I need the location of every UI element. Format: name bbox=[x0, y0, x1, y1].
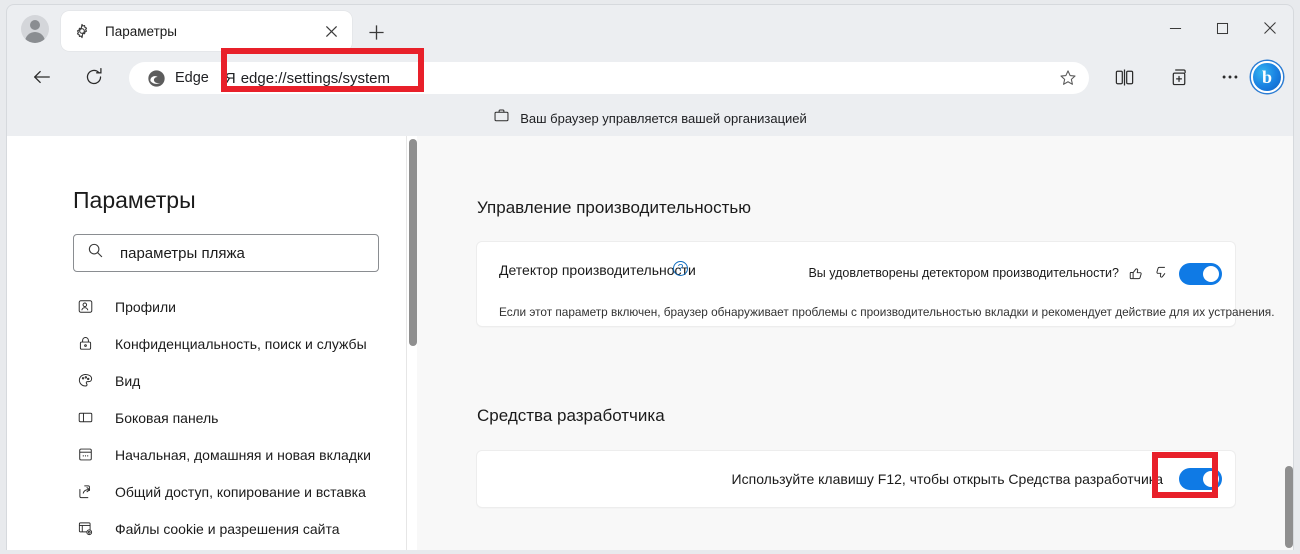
devtools-f12-toggle[interactable] bbox=[1179, 468, 1222, 490]
browser-tab-settings[interactable]: Параметры bbox=[61, 11, 352, 51]
refresh-button[interactable] bbox=[77, 60, 111, 94]
sidebar-item-appearance[interactable]: Вид bbox=[73, 362, 413, 399]
edge-badge-label: Edge bbox=[175, 70, 209, 86]
lock-icon bbox=[73, 335, 97, 352]
edge-logo-icon bbox=[148, 69, 165, 87]
url-prefix: Я bbox=[224, 69, 236, 87]
help-question-icon[interactable]: ? bbox=[673, 261, 688, 276]
sidebar-item-label: Боковая панель bbox=[115, 409, 219, 426]
sidebar-item-cookies-permissions[interactable]: Файлы cookie и разрешения сайта bbox=[73, 510, 413, 547]
sidebar-item-label: Вид bbox=[115, 372, 141, 389]
collections-icon[interactable] bbox=[1162, 60, 1196, 94]
url-text: edge://settings/system bbox=[240, 69, 390, 87]
tab-strip: Параметры bbox=[7, 5, 1293, 53]
devtools-f12-label: Используйте клавишу F12, чтобы открыть С… bbox=[731, 471, 1163, 487]
url-area[interactable]: Я edge://settings/system bbox=[225, 70, 1053, 87]
search-icon bbox=[87, 242, 104, 264]
sidebar-item-label: Файлы cookie и разрешения сайта bbox=[115, 520, 340, 537]
gear-icon bbox=[73, 22, 91, 40]
edge-badge: Edge bbox=[147, 69, 209, 88]
back-button[interactable] bbox=[25, 60, 59, 94]
tab-title: Параметры bbox=[105, 23, 177, 39]
sidebar-scrollbar[interactable] bbox=[406, 136, 417, 550]
favorite-star-icon[interactable] bbox=[1053, 63, 1083, 93]
settings-nav-list: Профили Конфиденциальность, поиск и служ… bbox=[73, 288, 413, 547]
search-input-value: параметры пляжа bbox=[120, 244, 245, 262]
devtools-row: Используйте клавишу F12, чтобы открыть С… bbox=[477, 451, 1235, 507]
toggle-knob bbox=[1203, 266, 1219, 282]
sidebar-item-label: Общий доступ, копирование и вставка bbox=[115, 483, 366, 500]
performance-description: Если этот параметр включен, браузер обна… bbox=[499, 305, 1275, 319]
devtools-heading: Средства разработчика bbox=[477, 406, 665, 425]
settings-page: Параметры параметры пляжа Профили Конфид… bbox=[7, 136, 1293, 550]
window-controls bbox=[1152, 5, 1293, 51]
organization-banner: Ваш браузер управляется вашей организаци… bbox=[7, 100, 1293, 136]
sidebar-item-profiles[interactable]: Профили bbox=[73, 288, 413, 325]
organization-banner-text: Ваш браузер управляется вашей организаци… bbox=[520, 110, 807, 126]
minimize-button[interactable] bbox=[1152, 5, 1199, 51]
feedback-group: Вы удовлетворены детектором производител… bbox=[808, 260, 1175, 286]
window-frame: Параметры Edge Я edge://settings/system … bbox=[6, 4, 1294, 550]
toggle-track[interactable] bbox=[1179, 263, 1222, 285]
palette-icon bbox=[73, 372, 97, 389]
devtools-card: Используйте клавишу F12, чтобы открыть С… bbox=[477, 451, 1235, 507]
copilot-bing-icon[interactable]: b bbox=[1251, 61, 1283, 93]
sidebar-item-privacy[interactable]: Конфиденциальность, поиск и службы bbox=[73, 325, 413, 362]
share-icon bbox=[73, 483, 97, 500]
sidebar-item-label: Конфиденциальность, поиск и службы bbox=[115, 335, 367, 352]
toggle-track[interactable] bbox=[1179, 468, 1222, 490]
new-tab-button[interactable] bbox=[362, 18, 390, 46]
content-scrollbar-thumb[interactable] bbox=[1285, 466, 1293, 548]
cookies-icon bbox=[73, 520, 97, 537]
maximize-button[interactable] bbox=[1199, 5, 1246, 51]
performance-heading: Управление производительностью bbox=[477, 198, 751, 217]
sidebar-scrollbar-thumb[interactable] bbox=[409, 139, 417, 346]
split-screen-icon[interactable] bbox=[1107, 60, 1141, 94]
content-scrollbar[interactable] bbox=[1283, 136, 1293, 550]
profile-avatar[interactable] bbox=[21, 15, 49, 43]
toggle-knob bbox=[1203, 471, 1219, 487]
search-input[interactable]: параметры пляжа bbox=[73, 234, 379, 272]
browser-toolbar: Edge Я edge://settings/system b bbox=[7, 53, 1293, 100]
close-window-button[interactable] bbox=[1246, 5, 1293, 51]
sidebar-item-start-home-newtab[interactable]: Начальная, домашняя и новая вкладки bbox=[73, 436, 413, 473]
address-bar[interactable]: Edge Я edge://settings/system bbox=[129, 62, 1089, 94]
close-icon[interactable] bbox=[318, 18, 344, 44]
performance-detector-card: Детектор производительности ? Вы удовлет… bbox=[477, 242, 1274, 326]
page-title: Параметры bbox=[73, 187, 196, 213]
sidebar-item-sidebar[interactable]: Боковая панель bbox=[73, 399, 413, 436]
performance-detector-label: Детектор производительности bbox=[499, 262, 696, 278]
newtab-icon bbox=[73, 446, 97, 463]
copilot-glyph: b bbox=[1261, 66, 1272, 87]
browser-window: Параметры Edge Я edge://settings/system … bbox=[0, 0, 1300, 554]
performance-detector-toggle[interactable] bbox=[1179, 263, 1222, 285]
briefcase-icon bbox=[493, 107, 510, 129]
feedback-question: Вы удовлетворены детектором производител… bbox=[808, 266, 1119, 280]
avatar-head bbox=[30, 20, 40, 30]
thumbs-down-icon[interactable] bbox=[1149, 260, 1175, 286]
thumbs-up-icon[interactable] bbox=[1123, 260, 1149, 286]
settings-sidebar: Параметры параметры пляжа Профили Конфид… bbox=[7, 136, 417, 550]
sidebar-item-share-copy-paste[interactable]: Общий доступ, копирование и вставка bbox=[73, 473, 413, 510]
more-options-icon[interactable] bbox=[1213, 60, 1247, 94]
sidebar-item-label: Профили bbox=[115, 298, 176, 315]
avatar-body bbox=[25, 32, 45, 43]
profile-icon bbox=[73, 298, 97, 315]
settings-content: Управление производительностью Детектор … bbox=[417, 136, 1293, 550]
sidebar-icon bbox=[73, 409, 97, 426]
sidebar-item-label: Начальная, домашняя и новая вкладки bbox=[115, 446, 371, 463]
